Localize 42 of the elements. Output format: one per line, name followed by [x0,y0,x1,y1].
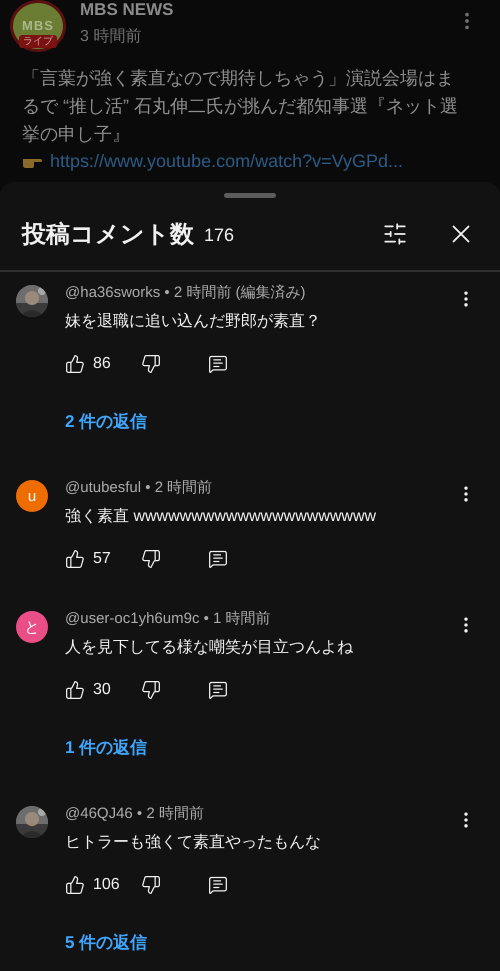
thumbs-up-icon [65,875,85,895]
sheet-title: 投稿コメント数 [22,220,194,250]
thumbs-up-icon [65,354,85,374]
reply-icon[interactable] [208,680,228,700]
avatar[interactable] [16,806,48,838]
reply-icon[interactable] [208,354,228,374]
comment-meta: @ha36sworks • 2 時間前 (編集済み) [65,283,307,303]
like-button[interactable]: 30 [65,680,141,700]
dislike-icon[interactable] [141,354,161,374]
dislike-icon[interactable] [141,549,161,569]
comment-meta: @46QJ46 • 2 時間前 [65,804,205,824]
avatar-letter: u [28,488,36,504]
like-button[interactable]: 106 [65,875,141,895]
post-time: 3 時間前 [80,26,142,47]
like-button[interactable]: 57 [65,549,141,569]
thumbs-up-icon [65,680,85,700]
drag-handle[interactable] [224,193,276,198]
avatar-letter: と [24,618,40,636]
dislike-icon[interactable] [141,680,161,700]
comment-meta: @utubesful • 2 時間前 [65,478,214,498]
thumbs-up-icon [65,549,85,569]
comment-text: 強く素直 wwwwwwwwwwwwwwwwwwwww [65,506,378,527]
comment-count: 176 [204,225,236,246]
replies-link[interactable]: 1 件の返信 [65,736,148,760]
comment-text: ヒトラーも強くて素直やったもんな [65,832,322,853]
reply-icon[interactable] [208,549,228,569]
avatar[interactable] [16,285,48,317]
dislike-icon[interactable] [141,875,161,895]
comment-meta: @user-oc1yh6um9c • 1 時間前 [65,609,272,629]
channel-logo[interactable]: MBS ライブ [10,0,66,52]
comment-text: 人を見下してる様な嘲笑が目立つんよね [65,638,354,658]
channel-name[interactable]: MBS NEWS [80,0,442,20]
avatar[interactable]: と [16,611,48,643]
logo-text: MBS [22,19,54,33]
reply-icon[interactable] [208,875,228,895]
filter-icon[interactable] [382,221,408,247]
post-text: 「言葉が強く素直なので期待しちゃう」演説会場はまるで “推し活” 石丸伸二氏が挑んだ都知事選『ネット選挙の申し子』 [22,67,459,146]
live-badge: ライブ [19,35,57,48]
replies-link[interactable]: 5 件の返信 [65,931,148,955]
comment-text: 妹を退職に追い込んだ野郎が素直？ [65,312,322,332]
like-button[interactable]: 86 [65,354,141,374]
replies-link[interactable]: 2 件の返信 [65,410,148,434]
